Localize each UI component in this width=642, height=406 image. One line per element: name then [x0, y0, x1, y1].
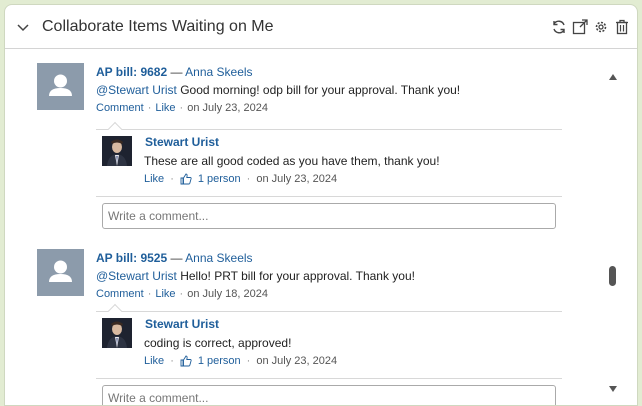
popout-icon[interactable]	[570, 18, 589, 36]
scroll-down-icon[interactable]	[608, 383, 618, 393]
reply-thread: Stewart Urist coding is correct, approve…	[96, 303, 562, 379]
reply-like-link[interactable]: Like	[144, 173, 164, 185]
reply-avatar[interactable]	[102, 136, 132, 166]
reply-text: These are all good coded as you have the…	[144, 154, 440, 168]
author-link[interactable]: Anna Skeels	[185, 65, 252, 79]
user-avatar-icon[interactable]	[37, 249, 84, 296]
feed-list: AP bill: 9682 — Anna Skeels @Stewart Uri…	[5, 50, 615, 405]
panel-title: Collaborate Items Waiting on Me	[42, 18, 274, 35]
mention-link[interactable]: @Stewart Urist	[96, 269, 177, 283]
collaborate-panel: Collaborate Items Waiting on Me AP bill:…	[4, 4, 638, 406]
post-header: AP bill: 9682 — Anna Skeels	[96, 65, 253, 79]
reply-avatar[interactable]	[102, 318, 132, 348]
reply-date: on July 23, 2024	[256, 355, 338, 367]
trash-icon[interactable]	[612, 18, 631, 36]
comment-input[interactable]	[102, 385, 556, 405]
separator: —	[170, 65, 183, 79]
reply-like-count[interactable]: 1 person	[198, 173, 241, 185]
post-actions: Comment · Like · on July 23, 2024	[96, 102, 268, 114]
like-link[interactable]: Like	[155, 102, 175, 114]
feed-post: AP bill: 9525 — Anna Skeels @Stewart Uri…	[5, 232, 605, 405]
post-actions: Comment · Like · on July 18, 2024	[96, 288, 268, 300]
reply-actions: Like · 1 person · on July 23, 2024	[144, 355, 338, 367]
item-link[interactable]: AP bill: 9525	[96, 251, 167, 265]
scrollbar-thumb[interactable]	[609, 266, 616, 286]
like-link[interactable]: Like	[155, 288, 175, 300]
gear-icon[interactable]	[591, 18, 610, 36]
post-message: @Stewart Urist Good morning! odp bill fo…	[96, 83, 460, 97]
reply-like-link[interactable]: Like	[144, 355, 164, 367]
comment-link[interactable]: Comment	[96, 102, 144, 114]
item-link[interactable]: AP bill: 9682	[96, 65, 167, 79]
thumbs-up-icon[interactable]	[180, 355, 192, 367]
thumbs-up-icon[interactable]	[180, 173, 192, 185]
reply-actions: Like · 1 person · on July 23, 2024	[144, 173, 338, 185]
reply-date: on July 23, 2024	[256, 173, 338, 185]
comment-link[interactable]: Comment	[96, 288, 144, 300]
user-avatar-icon[interactable]	[37, 63, 84, 110]
post-date: on July 18, 2024	[187, 288, 268, 300]
message-text: Good morning! odp bill for your approval…	[180, 83, 461, 97]
header-toolbar	[549, 18, 631, 36]
refresh-icon[interactable]	[549, 18, 568, 36]
post-header: AP bill: 9525 — Anna Skeels	[96, 251, 253, 265]
chevron-down-icon[interactable]	[13, 17, 33, 37]
post-date: on July 23, 2024	[187, 102, 268, 114]
separator: —	[170, 251, 183, 265]
message-text: Hello! PRT bill for your approval. Thank…	[180, 269, 415, 283]
reply-like-count[interactable]: 1 person	[198, 355, 241, 367]
panel-header: Collaborate Items Waiting on Me	[5, 5, 637, 49]
reply-author[interactable]: Stewart Urist	[145, 135, 219, 149]
reply-thread: Stewart Urist These are all good coded a…	[96, 121, 562, 197]
comment-input[interactable]	[102, 203, 556, 229]
mention-link[interactable]: @Stewart Urist	[96, 83, 177, 97]
author-link[interactable]: Anna Skeels	[185, 251, 252, 265]
post-message: @Stewart Urist Hello! PRT bill for your …	[96, 269, 415, 283]
reply-text: coding is correct, approved!	[144, 336, 292, 350]
reply-author[interactable]: Stewart Urist	[145, 317, 219, 331]
scroll-up-icon[interactable]	[608, 71, 618, 81]
feed-post: AP bill: 9682 — Anna Skeels @Stewart Uri…	[5, 50, 605, 232]
